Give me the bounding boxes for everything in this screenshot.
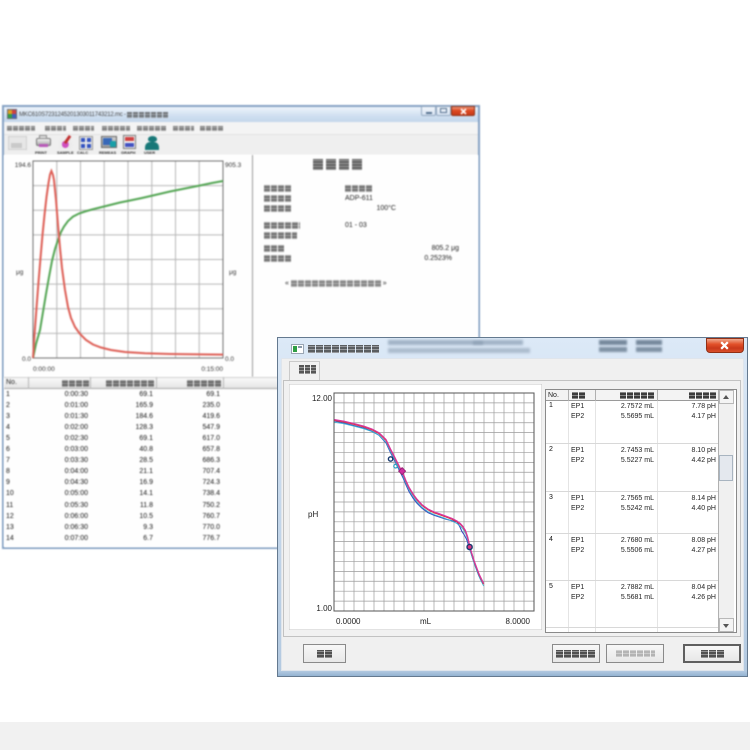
svg-text:pH: pH bbox=[308, 510, 318, 519]
svg-text:8.0000: 8.0000 bbox=[506, 617, 531, 626]
svg-text:1.00: 1.00 bbox=[316, 604, 332, 613]
svg-text:0.0000: 0.0000 bbox=[336, 617, 361, 626]
svg-text:12.00: 12.00 bbox=[312, 394, 333, 403]
svg-text:mL: mL bbox=[420, 617, 432, 626]
